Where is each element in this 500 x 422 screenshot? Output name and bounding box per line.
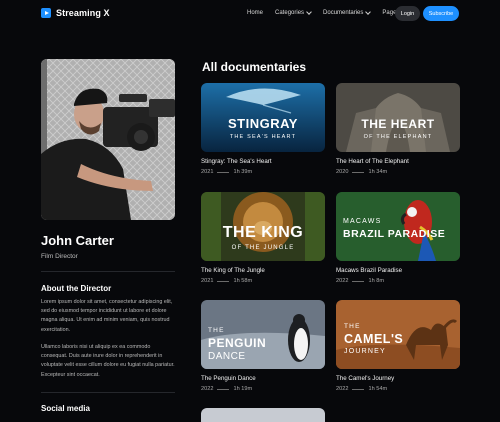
thumbnail[interactable]: STINGRAY THE SEA'S HEART — [201, 83, 325, 152]
thumbnail-title: THE HEART — [361, 117, 435, 131]
card-title[interactable]: The King of The Jungle — [201, 267, 325, 274]
brand-name: Streaming X — [56, 8, 110, 18]
thumbnail[interactable]: THE CAMEL'S JOURNEY — [336, 300, 460, 369]
about-paragraph-1: Lorem ipsum dolor sit amet, consectetur … — [41, 299, 173, 333]
separator — [217, 388, 230, 390]
documentary-card-lion[interactable]: THE KING OF THE JUNGLE The King of The J… — [201, 192, 325, 284]
nav-home-label: Home — [247, 10, 264, 16]
thumbnail-title: BRAZIL PARADISE — [343, 228, 446, 240]
thumbnail[interactable]: MACAWS BRAZIL PARADISE — [336, 192, 460, 261]
thumbnail-subtitle: MACAWS — [343, 218, 382, 225]
thumbnail-subtitle: THE SEA'S HEART — [229, 134, 297, 140]
thumbnail-subtitle: OF THE ELEPHANT — [363, 134, 433, 140]
director-photo — [41, 59, 175, 220]
separator — [217, 280, 230, 282]
nav-home[interactable]: Home — [247, 10, 263, 16]
brand-logo[interactable]: Streaming X — [41, 8, 110, 18]
subscribe-button[interactable]: Subscribe — [423, 6, 459, 21]
card-meta: 2021 1h 39m — [201, 169, 325, 175]
card-title[interactable]: The Camel's Journey — [336, 375, 460, 382]
documentary-card-camel[interactable]: THE CAMEL'S JOURNEY The Camel's Journey … — [336, 300, 460, 392]
director-name: John Carter — [41, 233, 114, 248]
separator — [217, 171, 230, 173]
thumbnail[interactable]: THE HEART OF THE ELEPHANT — [336, 83, 460, 152]
social-media-heading: Social media — [41, 404, 90, 413]
documentary-card-elephant[interactable]: THE HEART OF THE ELEPHANT The Heart of T… — [336, 83, 460, 175]
separator — [352, 171, 365, 173]
card-duration: 1h 58m — [233, 278, 253, 284]
card-duration: 1h 39m — [233, 169, 253, 175]
login-button[interactable]: Login — [395, 6, 420, 21]
card-duration: 1h 54m — [368, 386, 388, 392]
chevron-down-icon — [365, 9, 372, 15]
thumbnail-label: THE — [208, 327, 225, 334]
card-meta: 2022 1h 8m — [336, 278, 460, 284]
card-year: 2021 — [201, 169, 214, 175]
top-navigation: Streaming X Home Categories Documentarie… — [0, 0, 500, 30]
separator — [352, 388, 365, 390]
thumbnail-title: THE KING — [222, 224, 304, 241]
card-title[interactable]: The Heart of The Elephant — [336, 158, 460, 165]
nav-documentaries-label: Documentaries — [323, 10, 364, 16]
card-meta: 2022 1h 54m — [336, 386, 460, 392]
main-nav: Home Categories Documentaries Pages — [247, 9, 408, 16]
thumbnail-subtitle: OF THE JUNGLE — [231, 245, 295, 251]
card-duration: 1h 19m — [233, 386, 253, 392]
divider — [41, 271, 175, 272]
card-year: 2022 — [201, 386, 214, 392]
documentary-card-penguin[interactable]: THE PENGUIN DANCE The Penguin Dance 2022… — [201, 300, 325, 392]
card-title[interactable]: The Penguin Dance — [201, 375, 325, 382]
chevron-down-icon — [306, 9, 312, 15]
documentary-card-macaws[interactable]: MACAWS BRAZIL PARADISE Macaws Brazil Par… — [336, 192, 460, 284]
documentary-card-stingray[interactable]: STINGRAY THE SEA'S HEART Stingray: The S… — [201, 83, 325, 175]
divider — [41, 392, 175, 393]
section-title: All documentaries — [202, 60, 307, 74]
card-year: 2020 — [336, 169, 349, 175]
thumbnail[interactable]: THE PENGUIN DANCE — [201, 300, 325, 369]
card-year: 2022 — [336, 278, 349, 284]
thumbnail-subtitle: JOURNEY — [344, 348, 386, 355]
thumbnail[interactable]: THE KING OF THE JUNGLE — [201, 192, 325, 261]
thumbnail-title: CAMEL'S — [344, 332, 404, 346]
director-role: Film Director — [41, 253, 78, 260]
play-logo-icon — [41, 8, 51, 18]
thumbnail-subtitle: DANCE — [208, 351, 246, 362]
card-meta: 2020 1h 34m — [336, 169, 460, 175]
thumbnail-label: THE — [344, 323, 361, 330]
thumbnail-title: STINGRAY — [228, 116, 298, 131]
about-paragraph-2: Ullamco laboris nisi ut aliquip ex ea co… — [41, 344, 175, 378]
card-title[interactable]: Stingray: The Sea's Heart — [201, 158, 325, 165]
nav-documentaries[interactable]: Documentaries — [323, 9, 372, 16]
about-heading: About the Director — [41, 284, 112, 293]
card-title[interactable]: Macaws Brazil Paradise — [336, 267, 460, 274]
card-duration: 1h 34m — [368, 169, 388, 175]
nav-categories-label: Categories — [275, 10, 305, 16]
card-meta: 2021 1h 58m — [201, 278, 325, 284]
card-duration: 1h 8m — [368, 278, 384, 284]
card-year: 2022 — [336, 386, 349, 392]
thumbnail-title: PENGUIN — [208, 336, 267, 350]
card-meta: 2022 1h 19m — [201, 386, 325, 392]
nav-categories[interactable]: Categories — [275, 9, 312, 16]
separator — [352, 280, 365, 282]
card-year: 2021 — [201, 278, 214, 284]
